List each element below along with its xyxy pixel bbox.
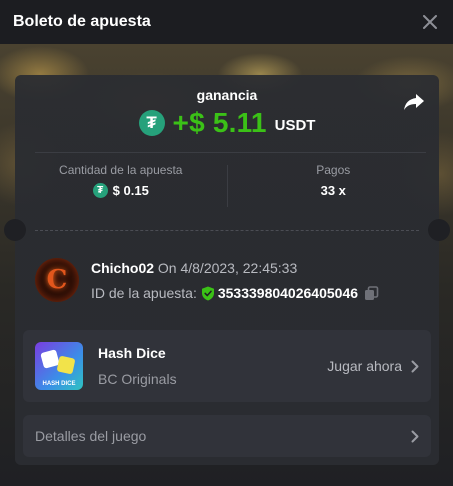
share-button[interactable] [403, 92, 425, 112]
usdt-icon: ₮ [92, 183, 108, 198]
profit-section: ganancia ₮ +$ 5.11 USDT [15, 87, 439, 139]
player-section: C Chicho02 On 4/8/2023, 22:45:33 ID de l… [35, 258, 379, 302]
game-row[interactable]: HASH DICE Hash Dice BC Originals Jugar a… [23, 330, 431, 402]
divider [35, 152, 426, 153]
hash-dice-thumbnail: HASH DICE [35, 342, 83, 390]
profit-label: ganancia [196, 87, 258, 103]
ticket-notch-left [4, 219, 26, 241]
player-line: Chicho02 On 4/8/2023, 22:45:33 [91, 260, 379, 276]
play-now-label: Jugar ahora [327, 358, 402, 374]
game-provider: BC Originals [98, 371, 177, 387]
game-name: Hash Dice [98, 345, 166, 361]
play-now-link[interactable]: Jugar ahora [327, 358, 419, 374]
profit-currency: USDT [274, 116, 316, 134]
profit-amount: +$ 5.11 [172, 107, 267, 138]
close-icon [423, 15, 437, 29]
payout-value: 33 x [320, 183, 346, 198]
bet-amount-value-row: ₮ $ 0.15 [15, 183, 227, 198]
bet-stats: Cantidad de la apuesta ₮ $ 0.15 Pagos 33… [15, 163, 439, 207]
bet-id-label: ID de la apuesta: [91, 285, 197, 301]
chevron-right-icon [411, 430, 419, 442]
bet-id-value: 353339804026405046 [217, 285, 359, 301]
thumb-text: HASH DICE [42, 381, 76, 387]
verified-shield-icon [201, 286, 214, 300]
player-info: Chicho02 On 4/8/2023, 22:45:33 ID de la … [91, 258, 379, 302]
usdt-icon: ₮ [138, 110, 165, 136]
dice-graphic [56, 355, 76, 375]
ticket-notch-right [428, 219, 450, 241]
share-icon [404, 94, 424, 110]
bet-amount-stat: Cantidad de la apuesta ₮ $ 0.15 [15, 163, 227, 207]
ticket-perforation [35, 230, 419, 231]
avatar-letter: C [46, 265, 68, 295]
close-button[interactable] [421, 13, 439, 31]
copy-icon[interactable] [364, 285, 379, 301]
bet-slip-modal: Boleto de apuesta ganancia ₮ +$ 5.11 USD… [0, 0, 453, 486]
bet-time: On 4/8/2023, 22:45:33 [157, 260, 298, 276]
avatar[interactable]: C [35, 258, 79, 302]
bet-amount-label: Cantidad de la apuesta [59, 163, 183, 177]
game-info: Hash Dice BC Originals [98, 345, 327, 387]
game-details-label: Detalles del juego [35, 428, 147, 444]
bet-id-line: ID de la apuesta: 353339804026405046 [91, 285, 379, 301]
modal-header: Boleto de apuesta [0, 0, 453, 44]
profit-row: ₮ +$ 5.11 USDT [15, 107, 439, 139]
payout-stat: Pagos 33 x [228, 163, 440, 207]
bet-amount-value: $ 0.15 [112, 183, 149, 198]
ticket-card: ganancia ₮ +$ 5.11 USDT Cantidad de la a… [4, 75, 450, 465]
payout-label: Pagos [316, 163, 351, 177]
game-details-row[interactable]: Detalles del juego [23, 415, 431, 457]
chevron-right-icon [411, 360, 419, 372]
player-name[interactable]: Chicho02 [91, 260, 154, 276]
modal-title: Boleto de apuesta [13, 13, 151, 30]
